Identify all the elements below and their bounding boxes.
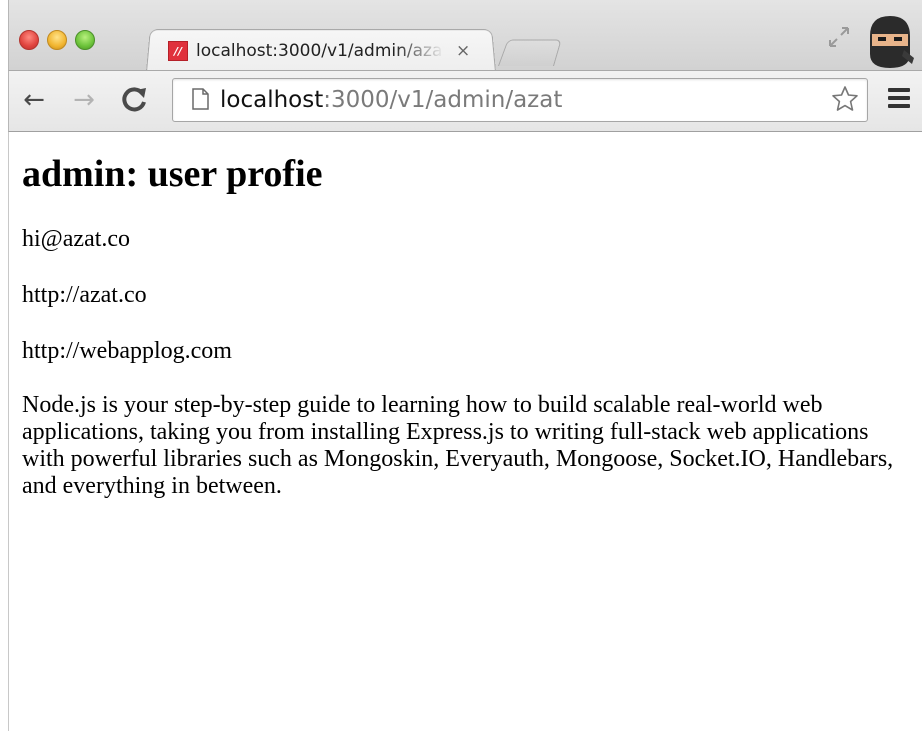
window-zoom-button[interactable] bbox=[75, 30, 95, 50]
back-arrow-icon[interactable]: ← bbox=[18, 82, 50, 118]
address-url[interactable]: localhost:3000/v1/admin/azat bbox=[220, 82, 562, 118]
ninja-avatar-icon[interactable] bbox=[866, 14, 914, 70]
star-icon[interactable] bbox=[830, 84, 860, 114]
url-host: localhost bbox=[220, 87, 324, 113]
forward-arrow-icon[interactable]: → bbox=[68, 82, 100, 118]
page-content: admin: user profie hi@azat.co http://aza… bbox=[22, 150, 916, 526]
user-blog: http://webapplog.com bbox=[22, 338, 232, 364]
page-icon bbox=[192, 88, 209, 110]
tab-title: localhost:3000/v1/admin/azat bbox=[196, 41, 444, 61]
url-path: :3000/v1/admin/azat bbox=[323, 87, 563, 113]
hamburger-menu-icon[interactable] bbox=[888, 88, 910, 108]
user-email: hi@azat.co bbox=[22, 226, 131, 252]
browser-tab-content[interactable]: // localhost:3000/v1/admin/azat × bbox=[160, 33, 482, 69]
reload-icon[interactable] bbox=[118, 82, 150, 118]
user-website: http://azat.co bbox=[22, 282, 147, 308]
window-close-button[interactable] bbox=[19, 30, 39, 50]
new-tab-button[interactable] bbox=[498, 39, 562, 66]
page-title: admin: user profie bbox=[22, 153, 323, 195]
favicon-icon: // bbox=[168, 41, 188, 61]
fullscreen-icon[interactable] bbox=[826, 24, 852, 50]
user-bio: Node.js is your step-by-step guide to le… bbox=[22, 392, 894, 499]
tab-close-icon[interactable]: × bbox=[456, 41, 470, 61]
window-minimize-button[interactable] bbox=[47, 30, 67, 50]
